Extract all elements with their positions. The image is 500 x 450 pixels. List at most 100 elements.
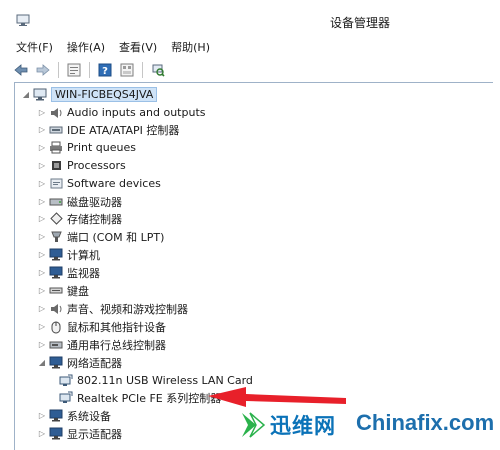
tree-item-system-devices[interactable]: ▷ 系统设备	[37, 407, 111, 424]
tree-item-computer[interactable]: ▷ 计算机	[37, 246, 100, 263]
processor-icon	[49, 159, 63, 172]
network-card-icon	[59, 374, 73, 387]
tree-root[interactable]: ◢ WIN-FICBEQS4JVA	[21, 86, 158, 103]
window-title: 设备管理器	[329, 16, 390, 30]
help-icon: ?	[98, 63, 112, 77]
ide-controller-icon	[49, 123, 63, 136]
disk-drive-icon	[49, 195, 63, 208]
software-device-icon	[49, 177, 63, 190]
toolbar-separator	[89, 62, 90, 78]
collapsed-arrow-icon[interactable]: ▷	[37, 196, 47, 208]
tree-item-mice[interactable]: ▷ 鼠标和其他指针设备	[37, 318, 166, 335]
tree-item-print-queues[interactable]: ▷ Print queues	[37, 139, 136, 156]
expanded-arrow-icon[interactable]: ◢	[21, 89, 31, 101]
collapsed-arrow-icon[interactable]: ▷	[37, 428, 47, 440]
usb-controller-icon	[49, 338, 63, 351]
tree-item-label: 计算机	[67, 248, 100, 262]
collapsed-arrow-icon[interactable]: ▷	[37, 339, 47, 351]
svg-text:?: ?	[102, 66, 108, 77]
tree-item-label: Software devices	[67, 177, 161, 190]
forward-button[interactable]	[34, 62, 52, 78]
speaker-icon	[49, 106, 63, 119]
device-manager-window: 设备管理器 文件(F) 操作(A) 查看(V) 帮助(H) ? ◢ WIN-FI…	[0, 0, 500, 450]
collapsed-arrow-icon[interactable]: ▷	[37, 249, 47, 261]
keyboard-icon	[49, 284, 63, 297]
watermark-brand: 迅维网	[270, 414, 336, 438]
system-device-icon	[49, 409, 63, 422]
sound-video-icon	[49, 302, 63, 315]
tree-root-label: WIN-FICBEQS4JVA	[51, 87, 158, 102]
computer-icon	[49, 248, 63, 261]
tree-item-audio[interactable]: ▷ Audio inputs and outputs	[37, 104, 206, 121]
tree-item-label: Audio inputs and outputs	[67, 106, 206, 119]
tree-item-label: 显示适配器	[67, 427, 122, 441]
display-adapter-icon	[49, 427, 63, 440]
collapsed-arrow-icon[interactable]: ▷	[37, 285, 47, 297]
tree-item-keyboards[interactable]: ▷ 键盘	[37, 282, 89, 299]
port-icon	[49, 230, 63, 243]
collapsed-arrow-icon[interactable]: ▷	[37, 124, 47, 136]
tree-item-label: 网络适配器	[67, 356, 122, 370]
tree-item-disk-drives[interactable]: ▷ 磁盘驱动器	[37, 193, 122, 210]
menu-bar: 文件(F) 操作(A) 查看(V) 帮助(H)	[14, 38, 212, 56]
tree-item-label: 系统设备	[67, 409, 111, 423]
tree-item-usb[interactable]: ▷ 通用串行总线控制器	[37, 336, 166, 353]
tree-item-label: 声音、视频和游戏控制器	[67, 302, 188, 316]
tree-item-storage-controllers[interactable]: ▷ 存储控制器	[37, 210, 122, 227]
toolbar-separator	[142, 62, 143, 78]
collapsed-arrow-icon[interactable]: ▷	[37, 321, 47, 333]
collapsed-arrow-icon[interactable]: ▷	[37, 107, 47, 119]
back-button[interactable]	[12, 62, 30, 78]
tree-item-display-adapters[interactable]: ▷ 显示适配器	[37, 425, 122, 442]
collapsed-arrow-icon[interactable]: ▷	[37, 410, 47, 422]
collapsed-arrow-icon[interactable]: ▷	[37, 142, 47, 154]
tree-item-label: 通用串行总线控制器	[67, 338, 166, 352]
tree-item-label: Processors	[67, 159, 126, 172]
menu-view[interactable]: 查看(V)	[117, 38, 159, 56]
tree-item-processors[interactable]: ▷ Processors	[37, 157, 126, 174]
forward-arrow-icon	[36, 64, 50, 76]
menu-file[interactable]: 文件(F)	[14, 38, 55, 56]
help-button[interactable]: ?	[96, 62, 114, 78]
expanded-arrow-icon[interactable]: ◢	[37, 357, 47, 369]
scan-hardware-button[interactable]	[149, 62, 167, 78]
show-hidden-icon	[120, 63, 134, 77]
xunwei-logo-icon	[242, 412, 266, 438]
properties-button[interactable]	[65, 62, 83, 78]
network-adapter-icon	[49, 356, 63, 369]
tree-item-label: IDE ATA/ATAPI 控制器	[67, 123, 180, 137]
collapsed-arrow-icon[interactable]: ▷	[37, 231, 47, 243]
collapsed-arrow-icon[interactable]: ▷	[37, 267, 47, 279]
tree-item-network-adapters[interactable]: ◢ 网络适配器	[37, 354, 122, 371]
watermark-logo: 迅维网	[240, 410, 336, 440]
tree-item-software-devices[interactable]: ▷ Software devices	[37, 175, 161, 192]
menu-help[interactable]: 帮助(H)	[169, 38, 212, 56]
title-bar: 设备管理器	[0, 0, 500, 36]
printer-icon	[49, 141, 63, 154]
tree-item-label: 鼠标和其他指针设备	[67, 320, 166, 334]
collapsed-arrow-icon[interactable]: ▷	[37, 213, 47, 225]
watermark-site: Chinafix.com	[356, 410, 495, 435]
menu-action[interactable]: 操作(A)	[65, 38, 107, 56]
toolbar: ?	[12, 60, 171, 80]
watermark: 迅维网 Chinafix.com	[236, 405, 500, 449]
collapsed-arrow-icon[interactable]: ▷	[37, 178, 47, 190]
show-hidden-button[interactable]	[118, 62, 136, 78]
scan-hardware-icon	[152, 64, 165, 77]
tree-item-monitors[interactable]: ▷ 监视器	[37, 264, 100, 281]
properties-icon	[67, 63, 81, 77]
tree-item-realtek-controller[interactable]: Realtek PCIe FE 系列控制器	[57, 389, 221, 406]
tree-item-label: Realtek PCIe FE 系列控制器	[77, 391, 222, 405]
tree-item-sound-video[interactable]: ▷ 声音、视频和游戏控制器	[37, 300, 188, 317]
collapsed-arrow-icon[interactable]: ▷	[37, 160, 47, 172]
tree-item-ports[interactable]: ▷ 端口 (COM 和 LPT)	[37, 228, 164, 245]
tree-item-label: 存储控制器	[67, 212, 122, 226]
collapsed-arrow-icon[interactable]: ▷	[37, 303, 47, 315]
back-arrow-icon	[14, 64, 28, 76]
tree-item-label: 键盘	[67, 284, 89, 298]
tree-item-ide[interactable]: ▷ IDE ATA/ATAPI 控制器	[37, 121, 179, 138]
storage-controller-icon	[49, 212, 63, 225]
tree-item-label: 磁盘驱动器	[67, 195, 122, 209]
tree-item-label: 端口 (COM 和 LPT)	[67, 230, 165, 244]
mouse-icon	[49, 320, 63, 333]
